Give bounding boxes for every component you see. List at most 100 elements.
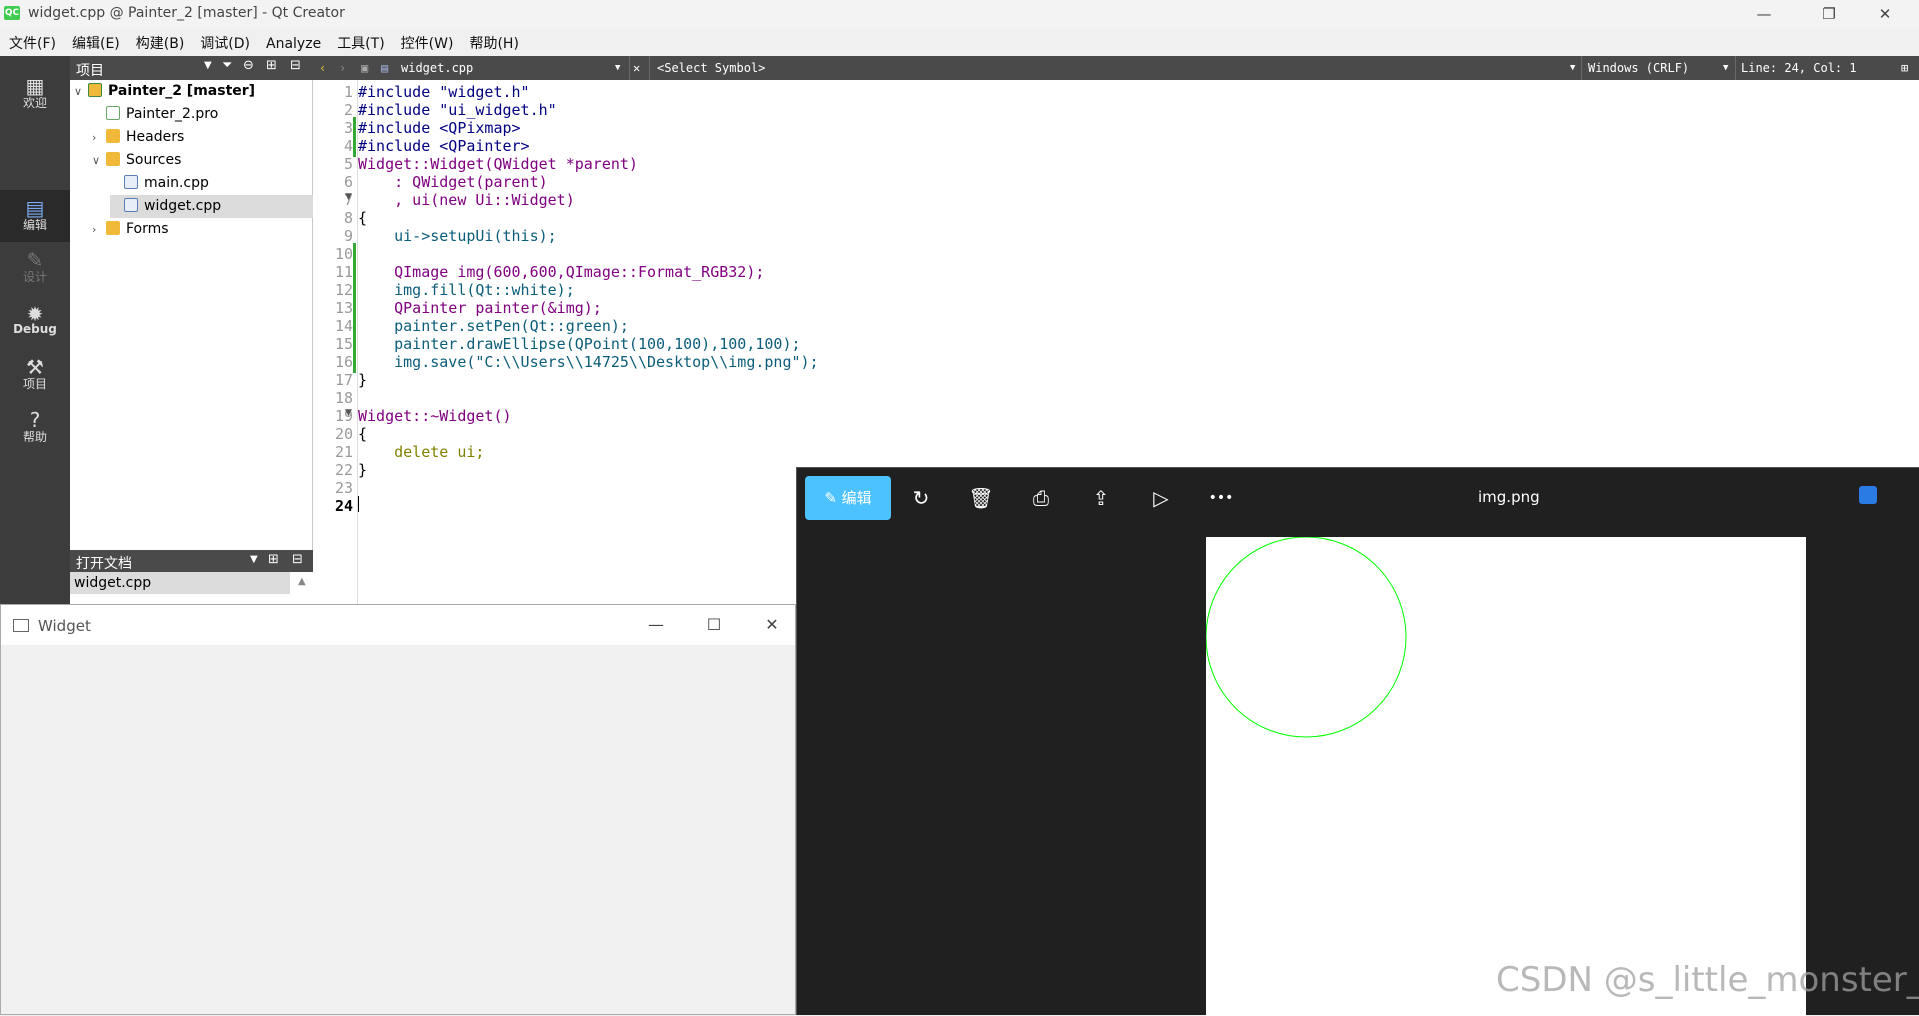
- back-icon[interactable]: ‹: [319, 61, 326, 75]
- widget-maximize-button[interactable]: ☐: [685, 605, 743, 645]
- tree-node-headers[interactable]: › Headers: [92, 126, 313, 149]
- mode-debug[interactable]: ✹ Debug: [0, 296, 70, 348]
- fold-marker-icon[interactable]: ▼: [345, 408, 352, 418]
- symbol-selector[interactable]: <Select Symbol>: [657, 61, 765, 75]
- chevron-down-icon[interactable]: ∨: [74, 80, 88, 103]
- chevron-right-icon[interactable]: ›: [92, 218, 106, 241]
- chevron-right-icon[interactable]: ›: [92, 126, 106, 149]
- menu-help[interactable]: 帮助(H): [461, 28, 526, 53]
- line-number: 24: [334, 497, 353, 515]
- scroll-up-icon[interactable]: ▲: [298, 576, 306, 587]
- edit-icon: ▤: [25, 196, 45, 220]
- window-title: widget.cpp @ Painter_2 [master] - Qt Cre…: [28, 5, 345, 21]
- close-panel-icon[interactable]: ⊟: [290, 58, 301, 73]
- image-enhance-icon[interactable]: [1859, 486, 1877, 504]
- split-icon[interactable]: ⊞: [268, 552, 279, 567]
- slideshow-button[interactable]: ▷: [1137, 476, 1185, 520]
- cpp-file-icon: [124, 198, 138, 212]
- qt-creator-logo-icon: QC: [4, 6, 20, 20]
- photo-viewer-window: ✎ 编辑 ↻ 🗑 ⎙ ⇪ ▷ ••• img.png: [796, 467, 1919, 1016]
- minimize-button[interactable]: —: [1741, 0, 1787, 28]
- menu-controls[interactable]: 控件(W): [393, 28, 462, 53]
- chevron-down-icon[interactable]: ∨: [92, 149, 106, 172]
- rotate-button[interactable]: ↻: [897, 476, 945, 520]
- text-cursor: [358, 496, 359, 512]
- chevron-down-icon[interactable]: ▼: [204, 60, 212, 71]
- code-line[interactable]: }: [358, 459, 367, 481]
- image-filename: img.png: [1478, 488, 1540, 506]
- folder-icon: [106, 152, 120, 166]
- menu-bar: 文件(F) 编辑(E) 构建(B) 调试(D) Analyze 工具(T) 控件(W) 帮助(…: [0, 28, 1919, 56]
- restore-button[interactable]: ❐: [1806, 0, 1852, 28]
- open-documents-title: 打开文档: [76, 556, 132, 572]
- tree-node-forms[interactable]: › Forms: [92, 218, 313, 241]
- chevron-down-icon[interactable]: ▼: [1723, 63, 1728, 73]
- cursor-position[interactable]: Line: 24, Col: 1: [1741, 61, 1857, 75]
- rotate-icon: ↻: [912, 486, 930, 510]
- mode-design[interactable]: ✎ 设计: [0, 242, 70, 294]
- link-icon[interactable]: ⊖: [243, 58, 254, 73]
- mode-edit[interactable]: ▤ 编辑: [0, 190, 70, 242]
- chevron-down-icon[interactable]: ▼: [250, 554, 258, 565]
- widget-close-button[interactable]: ✕: [743, 605, 801, 645]
- split-icon[interactable]: ⊞: [266, 58, 277, 73]
- project-tree: ∨ Painter_2 [master] Painter_2.pro › Heade…: [70, 80, 313, 550]
- forward-icon[interactable]: ›: [339, 61, 346, 75]
- filter-icon[interactable]: ⏷: [222, 58, 232, 73]
- split-icon[interactable]: ⊞: [1901, 61, 1908, 75]
- open-documents-header: 打开文档 ▼ ⊞ ⊟: [70, 550, 313, 572]
- help-icon: ?: [29, 408, 41, 432]
- chevron-down-icon[interactable]: ▼: [1570, 63, 1575, 73]
- menu-tools[interactable]: 工具(T): [329, 28, 392, 53]
- project-panel-header: 项目 ▼ ⏷ ⊖ ⊞ ⊟: [70, 56, 313, 80]
- tree-node-widget-cpp[interactable]: widget.cpp: [110, 195, 313, 218]
- slideshow-icon: ▷: [1153, 486, 1169, 510]
- open-document-item[interactable]: widget.cpp: [70, 572, 290, 594]
- menu-edit[interactable]: 编辑(E): [64, 28, 128, 53]
- line-number-gutter: 1 2 3 4 5 6 7 8 9 10 11 12 13 14 15 16 17 18 19 20 21 22 23 24: [313, 80, 358, 604]
- code-line[interactable]: ui->setupUi(this);: [358, 225, 557, 247]
- edit-image-button[interactable]: ✎ 编辑: [805, 476, 891, 520]
- widget-minimize-button[interactable]: —: [627, 605, 685, 645]
- tree-node-pro-file[interactable]: Painter_2.pro: [92, 103, 313, 126]
- pro-file-icon: [106, 106, 120, 120]
- share-icon: ⇪: [1092, 486, 1110, 510]
- tree-node-sources[interactable]: ∨ Sources: [92, 149, 313, 172]
- code-line[interactable]: img.save("C:\\Users\\14725\\Desktop\\img…: [358, 351, 818, 373]
- code-line[interactable]: }: [358, 369, 367, 391]
- mode-projects[interactable]: ⚒ 项目: [0, 349, 70, 401]
- mode-help[interactable]: ? 帮助: [0, 402, 70, 454]
- current-file-label[interactable]: widget.cpp: [401, 61, 473, 75]
- editor-toolbar: ‹ › ▣ ▤ widget.cpp ▼ ✕ <Select Symbol> ▼…: [313, 56, 1919, 80]
- mode-welcome[interactable]: ▦ 欢迎: [0, 68, 70, 120]
- close-panel-icon[interactable]: ⊟: [292, 552, 303, 567]
- menu-file[interactable]: 文件(F): [0, 28, 64, 53]
- fold-marker-icon[interactable]: ▼: [345, 192, 352, 202]
- tree-node-main-cpp[interactable]: main.cpp: [110, 172, 313, 195]
- share-button[interactable]: ⇪: [1077, 476, 1125, 520]
- code-line[interactable]: , ui(new Ui::Widget): [358, 189, 575, 211]
- menu-analyze[interactable]: Analyze: [258, 31, 329, 52]
- code-line[interactable]: delete ui;: [358, 441, 484, 463]
- menu-build[interactable]: 构建(B): [128, 28, 193, 53]
- print-button[interactable]: ⎙: [1017, 476, 1065, 520]
- close-button[interactable]: ✕: [1862, 0, 1908, 28]
- change-marker: [353, 135, 356, 157]
- widget-window-titlebar: Widget — ☐ ✕: [1, 605, 795, 645]
- code-line[interactable]: Widget::~Widget(): [358, 405, 512, 427]
- line-ending-selector[interactable]: Windows (CRLF): [1588, 61, 1689, 75]
- tree-node-project[interactable]: ∨ Painter_2 [master]: [74, 80, 313, 103]
- cpp-file-icon: [124, 175, 138, 189]
- menu-debug[interactable]: 调试(D): [192, 28, 258, 53]
- green-circle: [1206, 537, 1407, 738]
- print-icon: ⎙: [1033, 486, 1049, 510]
- change-marker: [353, 351, 356, 373]
- image-svg: [1206, 537, 1407, 738]
- bug-icon: ✹: [26, 302, 44, 326]
- edit-image-icon: ✎: [824, 489, 842, 507]
- delete-icon: 🗑: [968, 486, 994, 510]
- more-button[interactable]: •••: [1197, 476, 1245, 520]
- chevron-down-icon[interactable]: ▼: [615, 63, 620, 73]
- delete-button[interactable]: 🗑: [957, 476, 1005, 520]
- close-file-icon[interactable]: ✕: [633, 61, 640, 75]
